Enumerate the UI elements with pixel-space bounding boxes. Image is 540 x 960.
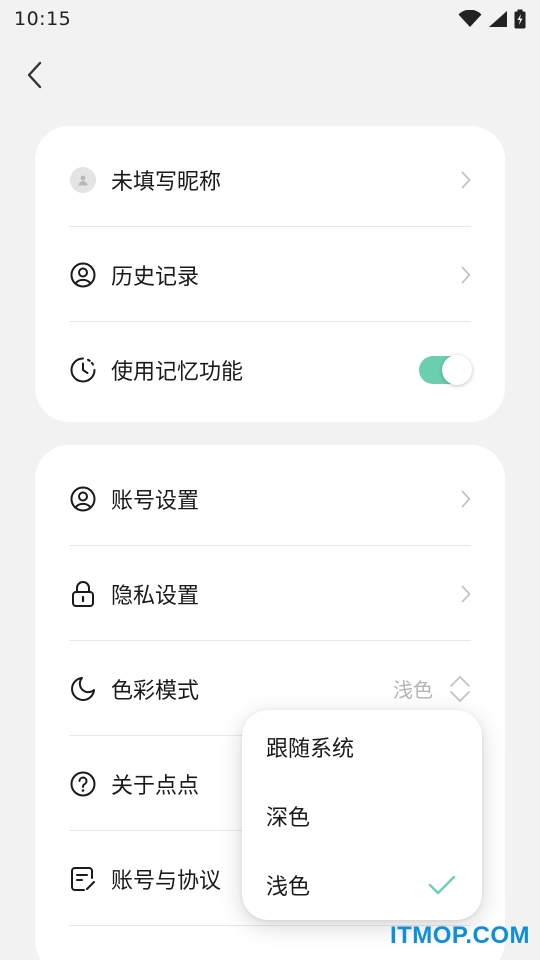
wifi-icon <box>458 10 482 27</box>
status-icons <box>458 9 526 29</box>
chevron-right-icon <box>461 171 471 188</box>
battery-icon <box>514 9 526 29</box>
toggle-knob <box>442 354 472 385</box>
chevron-right-icon <box>461 585 471 602</box>
history-row[interactable]: 历史记录 <box>69 227 471 322</box>
menu-item-label: 浅色 <box>266 875 311 900</box>
avatar-icon <box>78 175 88 185</box>
color-mode-value: 浅色 <box>393 678 433 702</box>
memory-toggle[interactable] <box>419 354 472 385</box>
watermark: ITMOP.COM <box>389 922 530 949</box>
back-button[interactable] <box>18 56 52 94</box>
signal-icon <box>489 11 507 27</box>
nickname-label: 未填写昵称 <box>111 169 222 195</box>
avatar <box>69 166 97 194</box>
about-label: 关于点点 <box>111 773 200 799</box>
color-mode-menu: 跟随系统 深色 浅色 <box>242 710 482 920</box>
privacy-settings-row[interactable]: 隐私设置 <box>69 546 471 641</box>
chevron-left-icon <box>27 61 42 89</box>
chevron-right-icon <box>461 490 471 507</box>
lock-icon <box>72 580 94 607</box>
chevron-right-icon <box>461 266 471 283</box>
moon-icon <box>71 676 95 701</box>
account-settings-row[interactable]: 账号设置 <box>69 451 471 546</box>
memory-clock-icon <box>70 357 96 382</box>
privacy-settings-label: 隐私设置 <box>111 583 200 609</box>
memory-label: 使用记忆功能 <box>111 359 244 385</box>
chevron-up-down-icon <box>450 675 470 702</box>
status-time: 10:15 <box>14 8 72 30</box>
color-mode-label: 色彩模式 <box>111 678 200 704</box>
menu-item-follow-system[interactable]: 跟随系统 <box>242 712 482 782</box>
nickname-row[interactable]: 未填写昵称 <box>69 132 471 227</box>
status-bar: 10:15 <box>0 0 540 38</box>
question-icon <box>70 771 96 796</box>
document-icon <box>71 866 95 891</box>
menu-item-dark[interactable]: 深色 <box>242 781 482 851</box>
menu-item-label: 跟随系统 <box>266 737 355 762</box>
history-label: 历史记录 <box>111 264 200 290</box>
account-settings-label: 账号设置 <box>111 488 200 514</box>
user-circle-icon <box>70 486 96 511</box>
check-icon <box>428 875 456 895</box>
screen: 10:15 未填写昵称 历史记录 使用记忆功能 账号设置 隐私设置 色彩模式 浅… <box>0 0 540 960</box>
profile-card: 未填写昵称 历史记录 使用记忆功能 <box>35 126 505 422</box>
memory-row: 使用记忆功能 <box>69 322 472 417</box>
agreement-label: 账号与协议 <box>111 868 222 894</box>
menu-item-label: 深色 <box>266 806 311 831</box>
user-circle-icon <box>70 262 96 287</box>
menu-item-light[interactable]: 浅色 <box>242 850 482 920</box>
